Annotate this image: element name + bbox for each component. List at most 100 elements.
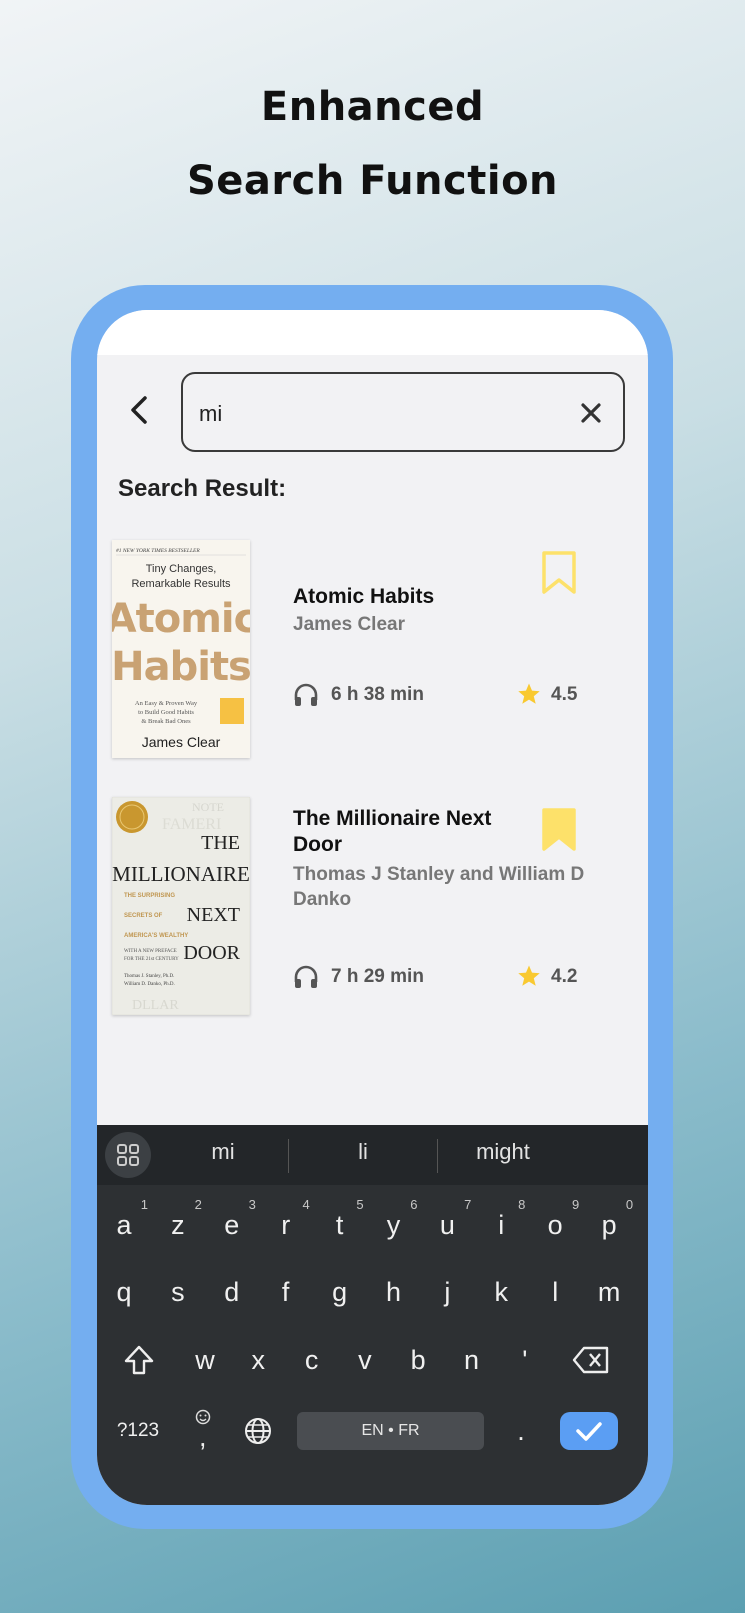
cover-title-door: DOOR [183,942,240,964]
bookmark-button[interactable] [541,807,577,853]
suggestion-3[interactable]: might [433,1139,573,1165]
key-number-hint: 8 [518,1197,526,1212]
key-row2-9[interactable]: m [583,1262,635,1322]
key-row2-1[interactable]: s [152,1262,204,1322]
keyboard-menu-button[interactable] [105,1132,151,1178]
key-row3-5[interactable]: n [446,1330,498,1390]
enter-key[interactable] [560,1412,618,1450]
grid-icon [117,1144,139,1166]
key-row2-4[interactable]: g [314,1262,366,1322]
cover-author: James Clear [142,734,221,750]
suggestion-divider [288,1139,289,1173]
book-result-atomic-habits[interactable]: #1 NEW YORK TIMES BESTSELLER Tiny Change… [97,540,648,765]
key-0[interactable]: a1 [98,1195,150,1255]
book-author: Thomas J Stanley and William D Danko [293,864,585,910]
book-duration: 7 h 29 min [331,966,424,987]
back-button[interactable] [121,390,161,430]
key-row2-3[interactable]: f [260,1262,312,1322]
search-box[interactable] [181,372,625,452]
key-row2-6[interactable]: j [421,1262,473,1322]
key-number-hint: 0 [625,1197,634,1212]
star-icon [518,965,540,986]
book-meta: 7 h 29 min 4.2 [293,964,593,994]
cover-tagline-1: Tiny Changes, [146,563,217,575]
key-letter: a [116,1210,132,1240]
key-4[interactable]: t5 [314,1195,366,1255]
globe-icon [245,1418,271,1444]
key-row3-3[interactable]: v [339,1330,391,1390]
book-cover: #1 NEW YORK TIMES BESTSELLER Tiny Change… [112,540,250,758]
check-icon [576,1422,602,1441]
svg-text:AMERICA'S WEALTHY: AMERICA'S WEALTHY [124,933,188,939]
svg-text:An Easy & Proven Way: An Easy & Proven Way [135,700,198,707]
space-key[interactable]: EN • FR [297,1412,484,1450]
key-row3-2[interactable]: c [286,1330,338,1390]
cover-title-next: NEXT [187,904,240,926]
key-row2-7[interactable]: k [475,1262,527,1322]
key-letter: t [335,1210,344,1240]
key-number-hint: 9 [571,1197,580,1212]
key-2[interactable]: e3 [206,1195,258,1255]
book-rating: 4.2 [551,966,578,987]
key-7[interactable]: i8 [475,1195,527,1255]
book-rating: 4.5 [551,684,578,705]
keyboard: mi li might a1z2e3r4t5y6u7i8o9p0 qsdfghj… [97,1125,648,1505]
key-row3-4[interactable]: b [392,1330,444,1390]
key-row3-1[interactable]: x [232,1330,284,1390]
key-number-hint: 5 [356,1197,364,1212]
key-number-hint: 6 [410,1197,418,1212]
svg-text:& Break Bad Ones: & Break Bad Ones [141,718,191,725]
key-row2-8[interactable]: l [529,1262,581,1322]
svg-text:NOTE: NOTE [192,800,224,814]
key-9[interactable]: p0 [583,1195,635,1255]
key-row3-6[interactable]: ' [499,1330,551,1390]
key-row2-2[interactable]: d [206,1262,258,1322]
shift-key[interactable] [113,1330,165,1390]
symbols-key[interactable]: ?123 [107,1401,169,1461]
key-letter: p [601,1210,617,1240]
back-arrow-icon [131,396,147,424]
cover-banner: #1 NEW YORK TIMES BESTSELLER [116,548,200,554]
backspace-key[interactable] [565,1330,617,1390]
key-letter: o [547,1210,563,1240]
key-letter: e [224,1210,240,1240]
book-author: James Clear [293,614,405,635]
language-key[interactable] [235,1401,281,1461]
svg-text:William D. Danko, Ph.D.: William D. Danko, Ph.D. [124,982,175,987]
suggestion-1[interactable]: mi [153,1139,293,1165]
book-title: The Millionaire Next Door [293,807,492,856]
suggestion-bar: mi li might [97,1125,648,1185]
emoji-comma-key[interactable]: , [181,1401,225,1461]
svg-text:WITH A NEW PREFACE: WITH A NEW PREFACE [124,949,177,954]
key-letter: u [439,1210,455,1240]
key-6[interactable]: u7 [421,1195,473,1255]
key-row2-5[interactable]: h [368,1262,420,1322]
clear-search-button[interactable] [577,399,605,427]
svg-text:SECRETS OF: SECRETS OF [124,913,163,919]
book-duration: 6 h 38 min [331,684,424,705]
cover-title-main: MILLIONAIRE [112,862,250,886]
results-title: Search Result: [118,475,287,502]
cover-title-the: THE [201,832,240,854]
comma-label: , [199,1422,207,1452]
key-number-hint: 2 [194,1197,202,1212]
svg-text:THE SURPRISING: THE SURPRISING [124,893,175,899]
bookmark-button[interactable] [541,550,577,596]
phone-frame: Search Result: #1 NEW YORK TIMES BESTSEL… [71,285,673,1529]
backspace-icon [572,1346,609,1374]
headphones-icon [294,965,318,988]
period-key[interactable]: . [497,1401,545,1461]
key-8[interactable]: o9 [529,1195,581,1255]
key-row3-0[interactable]: w [179,1330,231,1390]
key-5[interactable]: y6 [368,1195,420,1255]
book-result-millionaire-next-door[interactable]: NOTE FAMERI THE MILLIONAIRE THE SURPRISI… [97,797,648,1022]
headphones-icon [294,683,318,706]
search-input[interactable] [197,394,561,434]
suggestion-2[interactable]: li [293,1139,433,1165]
key-3[interactable]: r4 [260,1195,312,1255]
key-row2-0[interactable]: q [98,1262,150,1322]
key-1[interactable]: z2 [152,1195,204,1255]
key-number-hint: 7 [464,1197,472,1212]
key-letter: y [386,1210,401,1240]
phone-screen: Search Result: #1 NEW YORK TIMES BESTSEL… [97,310,648,1505]
